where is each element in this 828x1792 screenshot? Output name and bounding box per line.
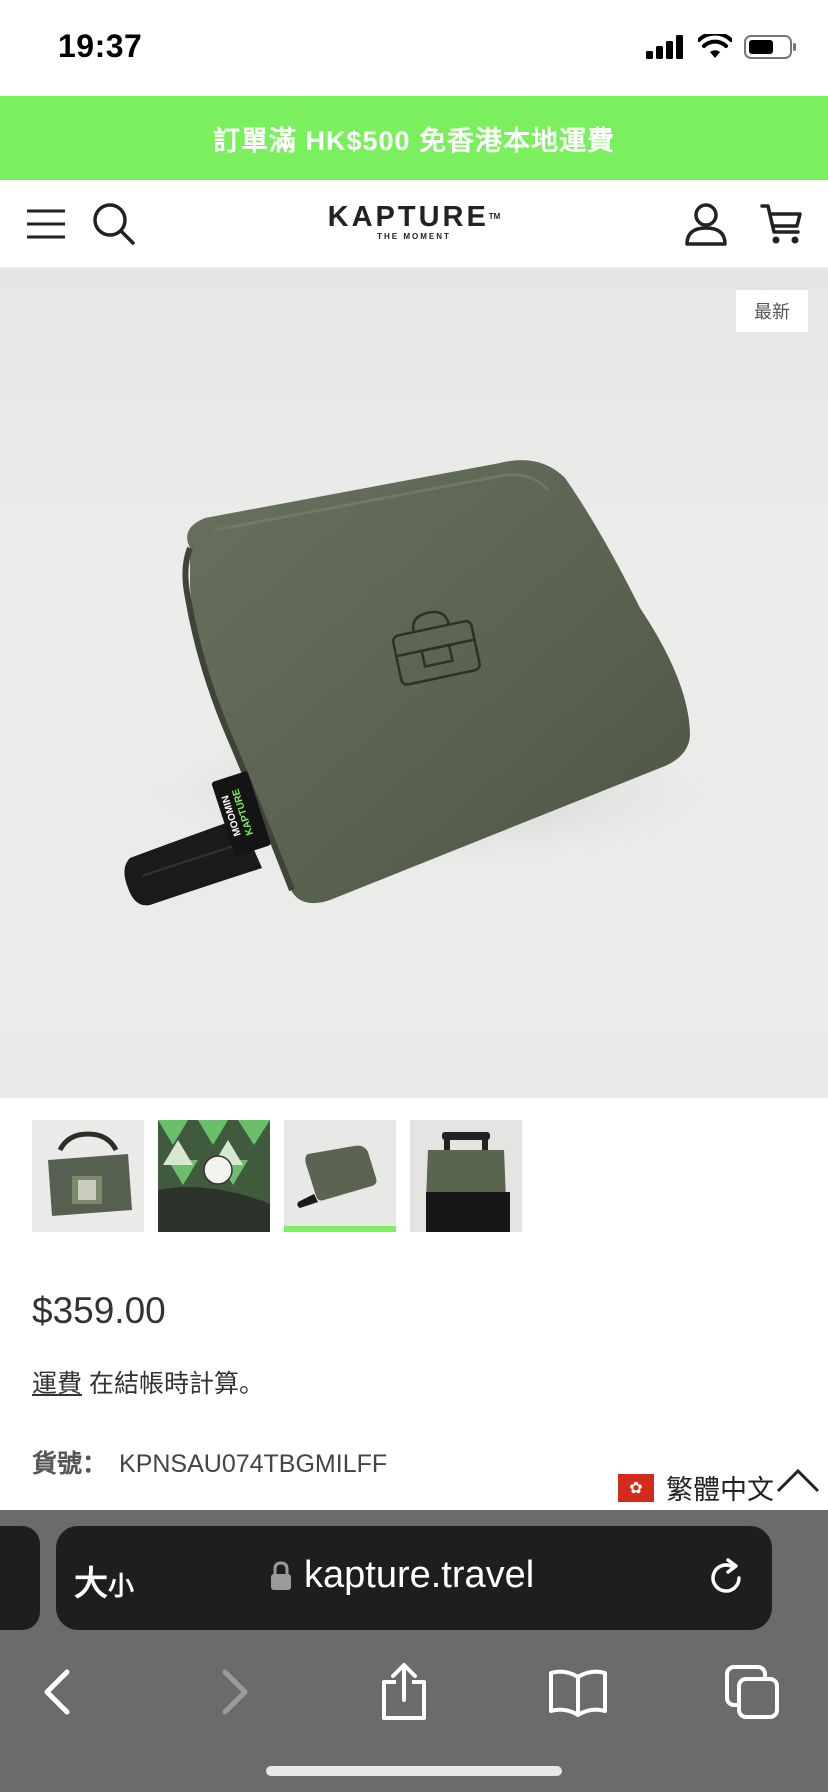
thumbnail-2[interactable] bbox=[158, 1120, 270, 1232]
cart-icon bbox=[760, 204, 802, 244]
share-icon bbox=[382, 1663, 426, 1720]
lock-icon bbox=[271, 1560, 291, 1590]
promo-banner[interactable]: 訂單滿 HK$500 免香港本地運費 bbox=[0, 96, 828, 180]
browser-bottom-bar: 大小 kapture.travel bbox=[0, 1510, 828, 1792]
bookmarks-button[interactable] bbox=[546, 1660, 610, 1724]
site-header: KAPTURETM THE MOMENT bbox=[0, 180, 828, 268]
thumb-bag-front-image bbox=[32, 1120, 144, 1232]
back-button[interactable] bbox=[24, 1660, 88, 1724]
product-sku: 貨號： KPNSAU074TBGMILFF bbox=[32, 1444, 387, 1480]
share-button[interactable] bbox=[372, 1660, 436, 1724]
chevron-up-icon bbox=[776, 1468, 820, 1492]
thumb-folded-image bbox=[284, 1120, 396, 1232]
hk-flag-icon: ✿ bbox=[618, 1473, 654, 1502]
promo-text: 訂單滿 HK$500 免香港本地運費 bbox=[212, 125, 616, 156]
hamburger-icon bbox=[27, 209, 65, 239]
product-price: $359.00 bbox=[32, 1290, 166, 1331]
folded-bag-illustration: KAPTURE MOOMIN bbox=[120, 460, 740, 906]
status-icons bbox=[646, 34, 798, 60]
thumb-pattern-image bbox=[158, 1120, 270, 1232]
home-indicator bbox=[266, 1766, 562, 1776]
aa-big: 大 bbox=[74, 1565, 108, 1603]
kapture-logo[interactable]: KAPTURETM THE MOMENT bbox=[312, 202, 516, 241]
status-time: 19:37 bbox=[58, 28, 143, 64]
forward-button[interactable] bbox=[204, 1660, 268, 1724]
thumbnail-1[interactable] bbox=[32, 1120, 144, 1232]
user-icon bbox=[685, 203, 727, 246]
status-bar: 19:37 bbox=[0, 0, 828, 96]
chevron-right-icon bbox=[222, 1669, 248, 1715]
language-switcher[interactable]: ✿ 繁體中文 bbox=[618, 1468, 820, 1507]
tabs-icon bbox=[725, 1665, 779, 1719]
thumbnail-active-indicator bbox=[284, 1226, 396, 1232]
wifi-icon bbox=[698, 34, 732, 58]
shipping-note: 運費 在結帳時計算。 bbox=[32, 1364, 264, 1400]
thumb-luggage-image bbox=[410, 1120, 522, 1232]
thumbnail-4[interactable] bbox=[410, 1120, 522, 1232]
account-button[interactable] bbox=[680, 198, 732, 250]
page-settings-button[interactable]: 大小 bbox=[74, 1556, 134, 1605]
search-icon bbox=[93, 203, 135, 245]
reload-button[interactable] bbox=[700, 1552, 752, 1604]
aa-small: 小 bbox=[108, 1571, 135, 1601]
cart-button[interactable] bbox=[756, 198, 808, 250]
logo-tm: TM bbox=[488, 212, 501, 221]
logo-tagline: THE MOMENT bbox=[377, 232, 451, 241]
menu-button[interactable] bbox=[20, 198, 72, 250]
book-icon bbox=[549, 1669, 607, 1717]
tabs-button[interactable] bbox=[720, 1660, 784, 1724]
address-bar[interactable]: 大小 kapture.travel bbox=[56, 1526, 772, 1630]
product-hero-image[interactable]: 最新 KAPTURE MOOMIN bbox=[0, 268, 828, 1098]
browser-toolbar bbox=[0, 1640, 828, 1740]
sku-value: KPNSAU074TBGMILFF bbox=[119, 1450, 388, 1478]
logo-main-text: KAPTURE bbox=[327, 201, 489, 233]
url-display[interactable]: kapture.travel bbox=[270, 1554, 534, 1597]
signal-icon bbox=[646, 35, 683, 59]
url-text: kapture.travel bbox=[304, 1554, 535, 1596]
search-button[interactable] bbox=[88, 198, 140, 250]
battery-icon bbox=[744, 35, 796, 59]
shipping-link[interactable]: 運費 bbox=[32, 1370, 82, 1398]
chevron-left-icon bbox=[44, 1669, 70, 1715]
previous-tab-peek[interactable] bbox=[0, 1526, 40, 1630]
thumbnail-strip bbox=[32, 1120, 522, 1232]
page: 19:37 訂單滿 HK$500 免香港本地運費 KAPTURETM THE M… bbox=[0, 0, 828, 1792]
sku-label: 貨號： bbox=[32, 1450, 108, 1478]
thumbnail-3-active[interactable] bbox=[284, 1120, 396, 1232]
reload-icon bbox=[711, 1558, 741, 1593]
language-label: 繁體中文 bbox=[666, 1475, 774, 1505]
shipping-text: 在結帳時計算。 bbox=[82, 1370, 264, 1398]
